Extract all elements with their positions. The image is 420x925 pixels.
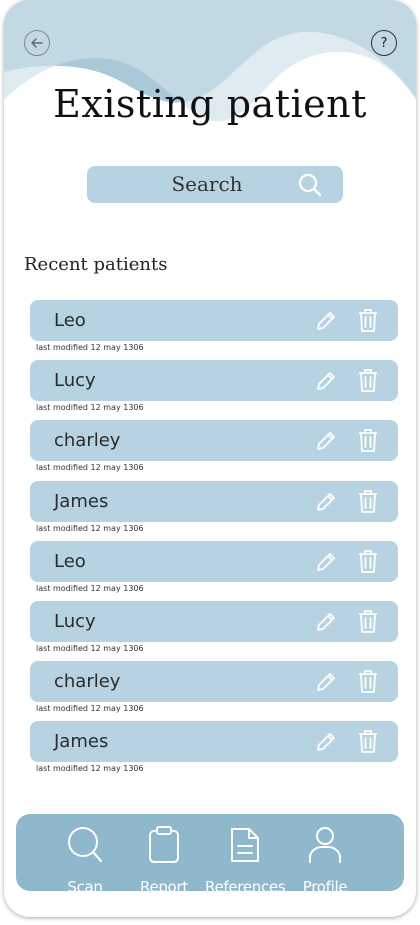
patient-row[interactable]: Leo [30, 300, 398, 341]
trash-icon[interactable] [357, 549, 379, 574]
search-bar[interactable]: Search [87, 166, 343, 203]
help-button[interactable]: ? [371, 30, 397, 56]
last-modified-text: last modified 12 may 1306 [36, 644, 144, 653]
search-icon[interactable] [298, 173, 322, 197]
help-icon: ? [380, 35, 388, 51]
trash-icon[interactable] [357, 609, 379, 634]
edit-icon[interactable] [314, 670, 338, 694]
patient-row[interactable]: James [30, 721, 398, 762]
arrow-left-icon [31, 38, 43, 48]
last-modified-text: last modified 12 may 1306 [36, 764, 144, 773]
trash-icon[interactable] [357, 669, 379, 694]
search-icon [68, 827, 103, 863]
edit-icon[interactable] [314, 730, 338, 754]
page-title: Existing patient [53, 82, 367, 126]
patient-row[interactable]: James [30, 481, 398, 522]
patient-name: James [54, 731, 109, 752]
tab-label: Report [140, 878, 188, 896]
trash-icon[interactable] [357, 729, 379, 754]
tab-label: Profile [302, 878, 348, 896]
tab-profile[interactable]: Profile [285, 822, 365, 896]
phone-screen: ? Existing patient Search Recent patient… [4, 0, 416, 917]
tab-label: References [205, 878, 286, 896]
edit-icon[interactable] [314, 369, 338, 393]
last-modified-text: last modified 12 may 1306 [36, 403, 144, 412]
patient-name: charley [54, 671, 121, 692]
tab-report[interactable]: Report [124, 822, 204, 896]
back-button[interactable] [24, 30, 50, 56]
edit-icon[interactable] [314, 550, 338, 574]
patient-name: Lucy [54, 370, 96, 391]
document-icon [231, 828, 259, 862]
patient-row[interactable]: Lucy [30, 601, 398, 642]
recent-patients-heading: Recent patients [24, 254, 168, 275]
edit-icon[interactable] [314, 610, 338, 634]
user-icon [309, 827, 341, 863]
last-modified-text: last modified 12 may 1306 [36, 463, 144, 472]
patient-name: James [54, 491, 109, 512]
last-modified-text: last modified 12 may 1306 [36, 343, 144, 352]
patient-row[interactable]: charley [30, 420, 398, 461]
trash-icon[interactable] [357, 308, 379, 333]
patient-name: charley [54, 430, 121, 451]
trash-icon[interactable] [357, 368, 379, 393]
patient-name: Lucy [54, 611, 96, 632]
patient-name: Leo [54, 310, 86, 331]
last-modified-text: last modified 12 may 1306 [36, 584, 144, 593]
search-label: Search [171, 172, 243, 196]
clipboard-icon [149, 826, 179, 863]
edit-icon[interactable] [314, 309, 338, 333]
last-modified-text: last modified 12 may 1306 [36, 524, 144, 533]
edit-icon[interactable] [314, 490, 338, 514]
patient-row[interactable]: Leo [30, 541, 398, 582]
last-modified-text: last modified 12 may 1306 [36, 704, 144, 713]
patient-row[interactable]: Lucy [30, 360, 398, 401]
tab-label: Scan [67, 878, 103, 896]
patient-row[interactable]: charley [30, 661, 398, 702]
trash-icon[interactable] [357, 428, 379, 453]
tab-scan[interactable]: Scan [45, 822, 125, 896]
tab-references[interactable]: References [205, 822, 286, 896]
patient-name: Leo [54, 551, 86, 572]
trash-icon[interactable] [357, 489, 379, 514]
edit-icon[interactable] [314, 429, 338, 453]
bottom-tab-bar: Scan Report References Profile [16, 814, 404, 896]
